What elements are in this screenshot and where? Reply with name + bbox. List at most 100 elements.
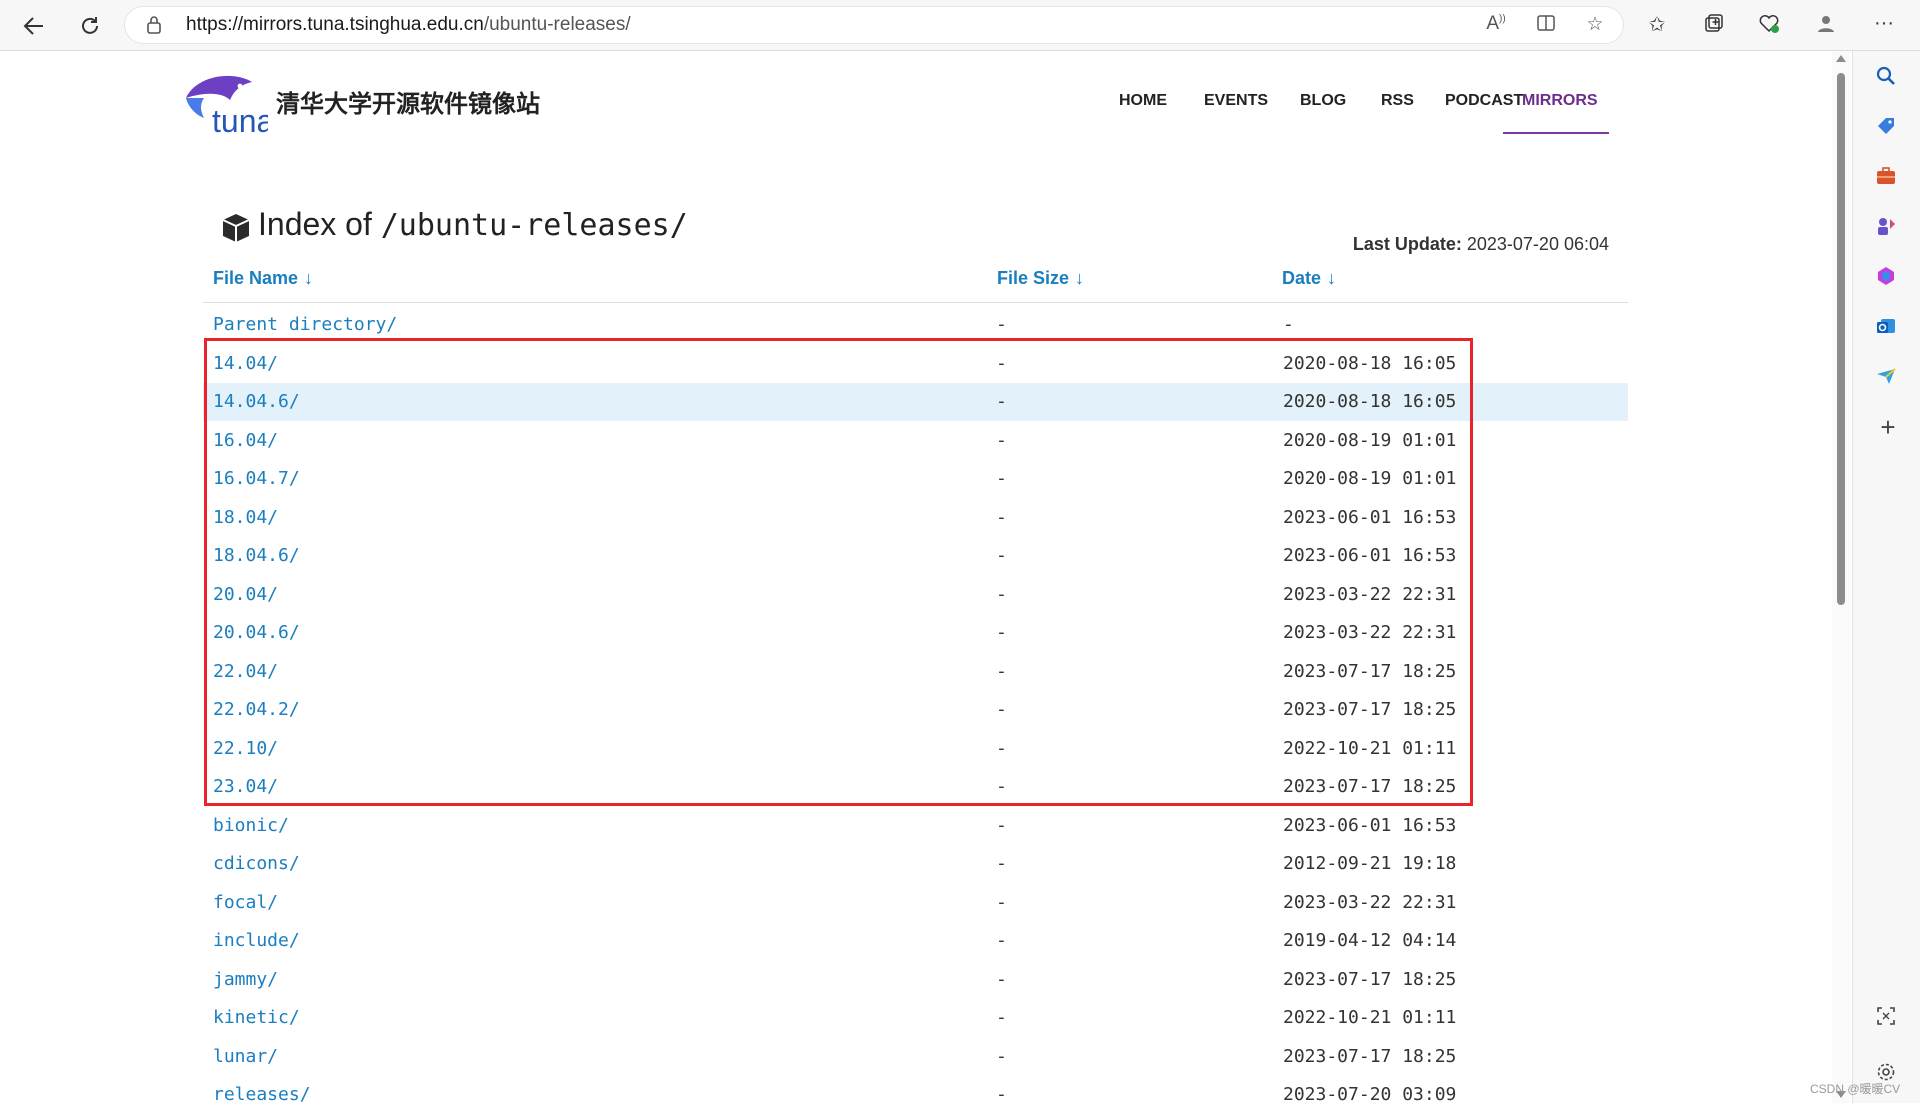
file-name-link[interactable]: releases/ <box>213 1084 311 1105</box>
col-header-label: Date <box>1282 268 1322 288</box>
file-date-cell: 2020-08-19 01:01 <box>1283 429 1457 451</box>
file-name-link[interactable]: 20.04.6/ <box>213 622 300 643</box>
file-name-link[interactable]: 16.04/ <box>213 430 278 451</box>
watermark: CSDN @暖暖CV <box>1810 1082 1901 1096</box>
nav-blog[interactable]: BLOG <box>1300 92 1346 110</box>
file-size-cell: - <box>996 814 1007 836</box>
file-date-cell: 2023-07-20 03:09 <box>1283 1084 1457 1105</box>
table-row: 16.04/ - 2020-08-19 01:01 <box>203 422 1628 460</box>
back-icon[interactable] <box>18 10 50 42</box>
address-bar[interactable]: https://mirrors.tuna.tsinghua.edu.cn/ubu… <box>124 6 1624 44</box>
search-icon[interactable] <box>1875 65 1901 91</box>
file-name-link[interactable]: 18.04/ <box>213 507 278 528</box>
sort-arrow-icon: ↓ <box>1327 268 1337 288</box>
file-date-cell: 2023-07-17 18:25 <box>1283 699 1457 720</box>
file-name-link[interactable]: 18.04.6/ <box>213 545 300 566</box>
file-size-cell: - <box>996 660 1007 682</box>
col-header-date[interactable]: Date ↓ <box>1282 268 1336 289</box>
file-name-link[interactable]: kinetic/ <box>213 1007 300 1028</box>
file-date-cell: 2023-03-22 22:31 <box>1283 583 1457 605</box>
file-name-link[interactable]: 14.04.6/ <box>213 391 300 412</box>
lock-icon[interactable] <box>146 15 162 40</box>
file-size-cell: - <box>996 1007 1007 1028</box>
scrollbar-thumb[interactable] <box>1837 73 1845 605</box>
file-name-link[interactable]: 23.04/ <box>213 776 278 797</box>
table-row: focal/ - 2023-03-22 22:31 <box>203 884 1628 922</box>
col-header-label: File Size <box>997 268 1070 288</box>
file-name-link[interactable]: bionic/ <box>213 815 289 836</box>
file-date-cell: 2023-07-17 18:25 <box>1283 1045 1457 1067</box>
table-row: 18.04/ - 2023-06-01 16:53 <box>203 499 1628 537</box>
last-update-label: Last Update: <box>1352 234 1462 254</box>
office-icon[interactable] <box>1875 265 1901 291</box>
file-date-cell: 2022-10-21 01:11 <box>1283 737 1457 759</box>
split-screen-icon[interactable] <box>1534 13 1558 37</box>
file-name-link[interactable]: lunar/ <box>213 1046 278 1067</box>
file-name-link[interactable]: Parent directory/ <box>213 314 397 335</box>
file-name-link[interactable]: include/ <box>213 930 300 951</box>
file-name-link[interactable]: 20.04/ <box>213 584 278 605</box>
refresh-icon[interactable] <box>74 10 106 42</box>
table-row: 16.04.7/ - 2020-08-19 01:01 <box>203 460 1628 498</box>
file-size-cell: - <box>996 583 1007 605</box>
shopping-tag-icon[interactable] <box>1875 115 1901 141</box>
last-update: Last Update: 2023-07-20 06:04 <box>1353 234 1609 255</box>
file-size-cell: - <box>996 622 1007 643</box>
scroll-up-arrow-icon[interactable] <box>1836 55 1846 62</box>
games-icon[interactable] <box>1875 215 1901 241</box>
file-name-link[interactable]: focal/ <box>213 892 278 913</box>
table-row: 22.10/ - 2022-10-21 01:11 <box>203 730 1628 768</box>
col-header-file-name[interactable]: File Name ↓ <box>213 268 313 289</box>
outlook-icon[interactable] <box>1875 315 1901 341</box>
profile-avatar-icon[interactable] <box>1812 12 1840 40</box>
send-paper-plane-icon[interactable] <box>1875 365 1901 391</box>
file-name-link[interactable]: jammy/ <box>213 969 278 990</box>
file-name-link[interactable]: 22.10/ <box>213 738 278 759</box>
file-name-link[interactable]: 16.04.7/ <box>213 468 300 489</box>
table-row: jammy/ - 2023-07-17 18:25 <box>203 961 1628 999</box>
file-size-cell: - <box>996 737 1007 759</box>
file-name-link[interactable]: 22.04/ <box>213 661 278 682</box>
tools-briefcase-icon[interactable] <box>1875 165 1901 191</box>
page-scrollbar[interactable] <box>1832 51 1850 1103</box>
file-date-cell: 2023-06-01 16:53 <box>1283 506 1457 528</box>
file-name-link[interactable]: cdicons/ <box>213 853 300 874</box>
file-size-cell: - <box>996 1084 1007 1105</box>
read-aloud-icon[interactable]: A)) <box>1484 13 1508 37</box>
browser-toolbar: https://mirrors.tuna.tsinghua.edu.cn/ubu… <box>0 0 1920 51</box>
screenshot-icon[interactable] <box>1875 1005 1901 1031</box>
browser-essentials-icon[interactable] <box>1755 12 1783 40</box>
file-size-cell: - <box>996 853 1007 874</box>
sort-arrow-icon: ↓ <box>1075 268 1085 288</box>
title-path: /ubuntu-releases/ <box>380 208 688 243</box>
file-size-cell: - <box>996 968 1007 990</box>
nav-mirrors[interactable]: MIRRORS <box>1522 92 1598 110</box>
nav-podcast[interactable]: PODCAST <box>1445 92 1523 110</box>
nav-home[interactable]: HOME <box>1119 92 1167 110</box>
add-icon[interactable]: + <box>1875 414 1901 443</box>
table-row: releases/ - 2023-07-20 03:09 <box>203 1076 1628 1114</box>
collections-icon[interactable] <box>1700 12 1728 40</box>
nav-events[interactable]: EVENTS <box>1204 92 1268 110</box>
file-name-link[interactable]: 22.04.2/ <box>213 699 300 720</box>
file-size-cell: - <box>996 352 1007 374</box>
file-date-cell: 2023-07-17 18:25 <box>1283 968 1457 990</box>
file-size-cell: - <box>996 468 1007 489</box>
nav-rss[interactable]: RSS <box>1381 92 1414 110</box>
table-row: 20.04/ - 2023-03-22 22:31 <box>203 576 1628 614</box>
table-row: include/ - 2019-04-12 04:14 <box>203 922 1628 960</box>
col-header-file-size[interactable]: File Size ↓ <box>997 268 1084 289</box>
tuna-logo[interactable]: tuna <box>182 70 274 141</box>
site-name[interactable]: 清华大学开源软件镜像站 <box>276 84 540 119</box>
more-menu-icon[interactable]: ··· <box>1870 12 1898 40</box>
file-date-cell: 2020-08-18 16:05 <box>1283 391 1457 412</box>
favorites-icon[interactable]: ✩ <box>1643 12 1671 40</box>
col-header-label: File Name <box>213 268 299 288</box>
favorite-star-icon[interactable]: ☆ <box>1583 13 1607 37</box>
file-date-cell: 2023-07-17 18:25 <box>1283 776 1457 797</box>
file-date-cell: 2023-06-01 16:53 <box>1283 545 1457 566</box>
file-name-link[interactable]: 14.04/ <box>213 353 278 374</box>
file-date-cell: 2012-09-21 19:18 <box>1283 853 1457 874</box>
file-size-cell: - <box>996 314 1007 335</box>
package-box-icon <box>220 212 252 249</box>
